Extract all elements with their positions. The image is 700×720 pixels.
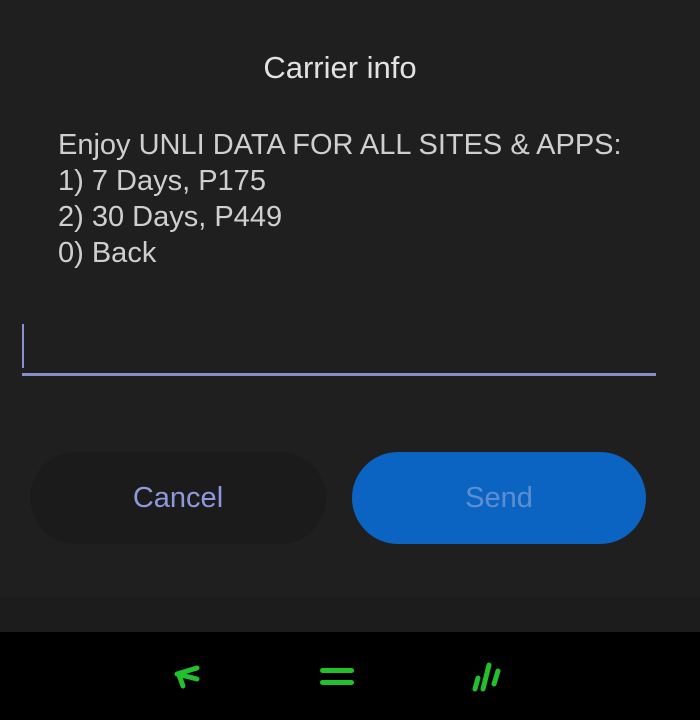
recents-icon <box>472 662 501 692</box>
nav-recents-button[interactable] <box>458 654 518 700</box>
back-icon <box>174 665 200 689</box>
input-underline <box>22 373 656 376</box>
send-button[interactable]: Send <box>352 452 646 544</box>
message-line-option-1: 1) 7 Days, P175 <box>58 165 266 197</box>
dialog-title: Carrier info <box>263 50 417 85</box>
home-icon <box>320 668 354 685</box>
dialog-message: Enjoy UNLI DATA FOR ALL SITES & APPS: 1)… <box>58 127 678 271</box>
reply-input[interactable] <box>22 318 656 374</box>
nav-back-button[interactable] <box>156 654 216 700</box>
nav-home-button[interactable] <box>308 654 368 700</box>
cancel-button[interactable]: Cancel <box>30 452 326 544</box>
text-caret <box>22 324 24 368</box>
reply-input-container <box>22 318 656 376</box>
message-line-offer: Enjoy UNLI DATA FOR ALL SITES & APPS: <box>58 129 622 161</box>
message-line-option-2: 2) 30 Days, P449 <box>58 201 283 233</box>
carrier-info-dialog: Carrier info Enjoy UNLI DATA FOR ALL SIT… <box>0 0 700 598</box>
screen: Carrier info Enjoy UNLI DATA FOR ALL SIT… <box>0 0 700 720</box>
message-line-option-0: 0) Back <box>58 237 157 269</box>
navigation-bar <box>0 632 700 720</box>
